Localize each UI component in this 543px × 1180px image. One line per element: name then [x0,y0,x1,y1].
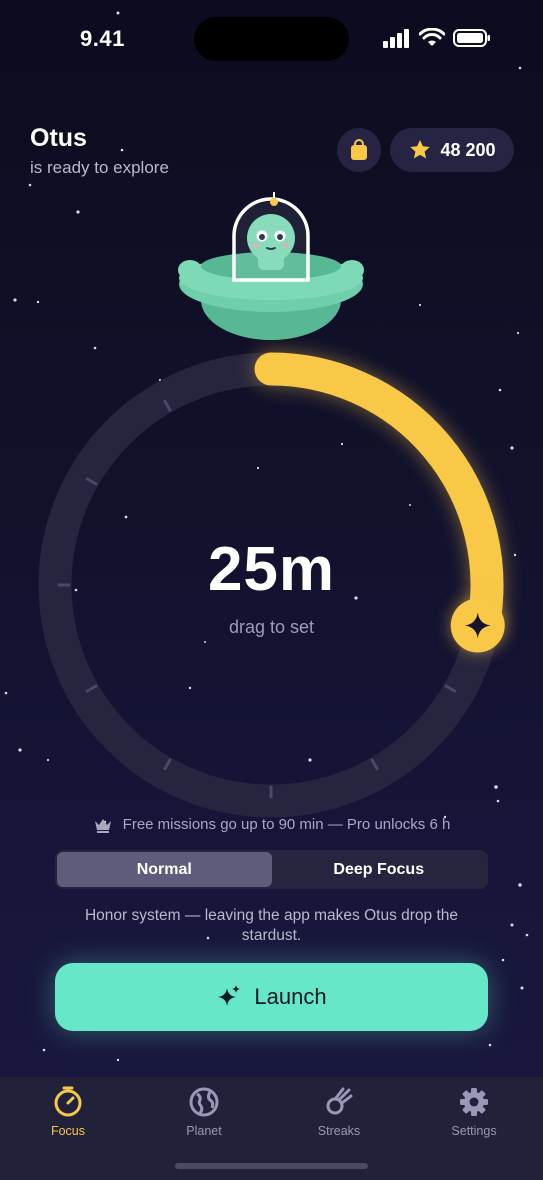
tab-streaks[interactable]: Streaks [279,1086,399,1138]
mode-deep-focus[interactable]: Deep Focus [272,852,487,887]
timer-value: 25m [207,535,336,604]
tab-focus[interactable]: Focus [8,1086,128,1138]
honor-system-note: Honor system — leaving the app makes Otu… [84,907,459,944]
timer-hint: drag to set [228,617,315,637]
meteor-icon [326,1087,353,1115]
gear-icon [460,1088,488,1116]
launch-button[interactable]: Launch [55,963,488,1031]
tab-planet[interactable]: Planet [144,1086,264,1138]
globe-icon [189,1087,219,1117]
home-indicator [175,1163,368,1169]
mode-normal[interactable]: Normal [57,852,272,887]
timer-icon [54,1086,82,1117]
tab-settings[interactable]: Settings [414,1086,534,1138]
tab-settings-label: Settings [451,1124,497,1138]
launch-label: Launch [254,984,327,1009]
tab-streaks-label: Streaks [317,1124,361,1138]
pro-note: Free missions go up to 90 min — Pro unlo… [0,816,543,833]
pro-note-text: Free missions go up to 90 min — Pro unlo… [122,816,451,833]
tab-focus-label: Focus [50,1124,86,1138]
crown-icon [94,818,111,833]
sparkles-icon [218,985,241,1006]
focus-mode-selector: Normal Deep Focus [55,850,488,889]
tab-planet-label: Planet [186,1124,222,1138]
